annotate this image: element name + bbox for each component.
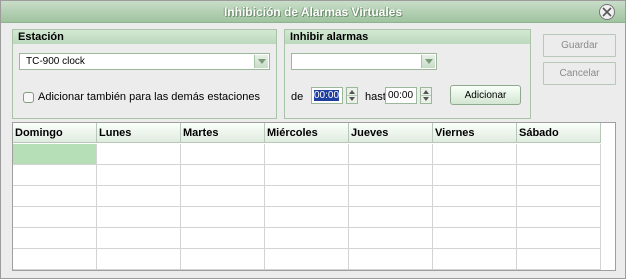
table-cell[interactable] xyxy=(181,144,265,165)
table-cell[interactable] xyxy=(265,228,349,249)
table-cell[interactable] xyxy=(517,228,601,249)
table-cell[interactable] xyxy=(13,207,97,228)
table-cell[interactable] xyxy=(349,249,433,270)
to-label: hast xyxy=(365,91,386,103)
table-cell[interactable] xyxy=(433,228,517,249)
column-header-viernes[interactable]: Viernes xyxy=(433,123,517,143)
inhibit-heading: Inhibir alarmas xyxy=(285,30,530,44)
table-cell[interactable] xyxy=(181,165,265,186)
column-header-sabado[interactable]: Sábado xyxy=(517,123,601,143)
table-cell[interactable] xyxy=(433,165,517,186)
inhibit-select[interactable] xyxy=(291,53,437,70)
table-cell[interactable] xyxy=(97,207,181,228)
table-row xyxy=(13,186,601,207)
table-cell[interactable] xyxy=(265,186,349,207)
from-label: de xyxy=(291,91,304,103)
station-heading: Estación xyxy=(13,30,276,44)
up-arrow-icon[interactable] xyxy=(421,88,431,95)
weekly-schedule-grid: Domingo Lunes Martes Miércoles Jueves Vi… xyxy=(12,122,616,271)
add-button[interactable]: Adicionar xyxy=(450,85,521,105)
table-cell[interactable] xyxy=(433,249,517,270)
table-cell[interactable] xyxy=(517,207,601,228)
table-cell[interactable] xyxy=(517,165,601,186)
inhibition-dialog: Inhibición de Alarmas Virtuales Estación… xyxy=(0,0,626,279)
table-cell[interactable] xyxy=(181,186,265,207)
chevron-down-icon[interactable] xyxy=(254,55,268,68)
apply-all-stations-checkbox[interactable] xyxy=(23,92,34,103)
from-time-input[interactable]: 00:00 xyxy=(311,87,343,104)
grid-body xyxy=(13,144,601,270)
table-cell[interactable] xyxy=(349,186,433,207)
grid-header: Domingo Lunes Martes Miércoles Jueves Vi… xyxy=(13,123,601,143)
table-cell[interactable] xyxy=(265,207,349,228)
column-header-lunes[interactable]: Lunes xyxy=(97,123,181,143)
column-header-jueves[interactable]: Jueves xyxy=(349,123,433,143)
down-arrow-icon[interactable] xyxy=(347,95,357,102)
table-cell[interactable] xyxy=(349,207,433,228)
table-cell[interactable] xyxy=(433,207,517,228)
table-cell[interactable] xyxy=(265,249,349,270)
to-time-value: 00:00 xyxy=(388,90,414,101)
to-time-input[interactable]: 00:00 xyxy=(385,87,417,104)
table-cell[interactable] xyxy=(97,144,181,165)
station-select[interactable]: TC-900 clock xyxy=(19,53,270,70)
table-cell[interactable] xyxy=(265,144,349,165)
table-cell[interactable] xyxy=(13,165,97,186)
table-cell[interactable] xyxy=(13,186,97,207)
table-cell[interactable] xyxy=(13,144,97,165)
table-row xyxy=(13,249,601,270)
table-cell[interactable] xyxy=(433,186,517,207)
table-cell[interactable] xyxy=(349,228,433,249)
up-arrow-icon[interactable] xyxy=(347,88,357,95)
down-arrow-icon[interactable] xyxy=(421,95,431,102)
table-cell[interactable] xyxy=(97,228,181,249)
table-cell[interactable] xyxy=(265,165,349,186)
from-time-value: 00:00 xyxy=(314,90,340,101)
table-cell[interactable] xyxy=(349,165,433,186)
table-cell[interactable] xyxy=(97,165,181,186)
table-cell[interactable] xyxy=(181,249,265,270)
station-group: Estación TC-900 clock Adicionar también … xyxy=(12,29,277,119)
column-header-miercoles[interactable]: Miércoles xyxy=(265,123,349,143)
save-button[interactable]: Guardar xyxy=(543,34,616,57)
table-cell[interactable] xyxy=(97,249,181,270)
table-cell[interactable] xyxy=(517,144,601,165)
table-cell[interactable] xyxy=(517,249,601,270)
station-selected-value: TC-900 clock xyxy=(26,56,85,67)
table-row xyxy=(13,165,601,186)
table-row xyxy=(13,228,601,249)
title-bar[interactable]: Inhibición de Alarmas Virtuales xyxy=(1,1,625,23)
table-cell[interactable] xyxy=(97,186,181,207)
column-header-domingo[interactable]: Domingo xyxy=(13,123,97,143)
table-cell[interactable] xyxy=(181,228,265,249)
table-cell[interactable] xyxy=(433,144,517,165)
column-header-martes[interactable]: Martes xyxy=(181,123,265,143)
table-cell[interactable] xyxy=(181,207,265,228)
close-icon xyxy=(602,7,612,17)
table-row xyxy=(13,144,601,165)
table-row xyxy=(13,207,601,228)
table-cell[interactable] xyxy=(349,144,433,165)
cancel-button[interactable]: Cancelar xyxy=(543,62,616,85)
close-button[interactable] xyxy=(599,4,615,20)
table-cell[interactable] xyxy=(517,186,601,207)
table-cell[interactable] xyxy=(13,228,97,249)
window-title: Inhibición de Alarmas Virtuales xyxy=(223,5,403,19)
table-cell[interactable] xyxy=(13,249,97,270)
apply-all-stations-label: Adicionar también para las demás estacio… xyxy=(38,91,260,103)
inhibit-group: Inhibir alarmas de 00:00 hast 00:00 Adic… xyxy=(284,29,531,119)
from-time-stepper[interactable] xyxy=(346,87,358,104)
to-time-stepper[interactable] xyxy=(420,87,432,104)
chevron-down-icon[interactable] xyxy=(421,55,435,68)
